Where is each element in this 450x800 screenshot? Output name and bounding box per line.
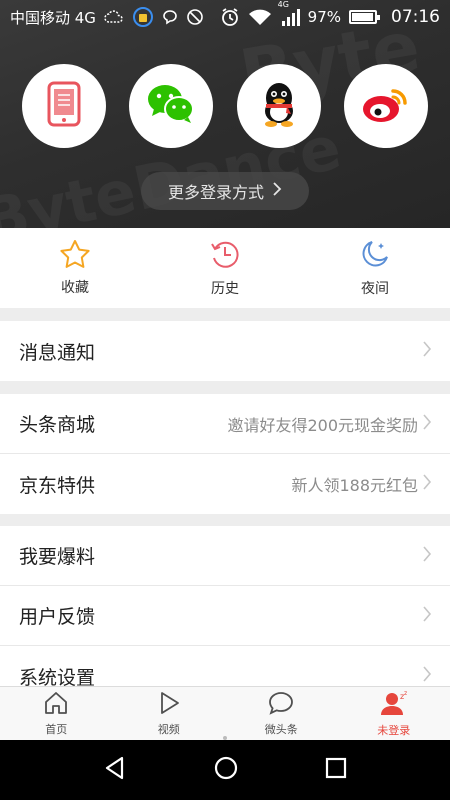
svg-text:z: z [404, 690, 407, 697]
wechat-login-button[interactable] [129, 64, 214, 148]
home-icon [43, 691, 69, 719]
tab-weitoutiao[interactable]: 微头条 [225, 687, 338, 740]
network-type-label: 4G [277, 0, 289, 9]
tab-not-logged-in[interactable]: zz 未登录 [338, 687, 450, 740]
chevron-right-icon [422, 665, 432, 687]
moon-icon [359, 238, 391, 274]
tab-video[interactable]: 视频 [113, 687, 226, 740]
night-mode-button[interactable]: 夜间 [300, 228, 450, 308]
qq-login-button[interactable] [236, 64, 321, 148]
chevron-right-icon [422, 413, 432, 435]
chevron-right-icon [422, 605, 432, 627]
login-header: ByteDance Byte 中国移动 4G 4G 97% 07:16 更多登录… [0, 0, 450, 228]
phone-icon [46, 81, 82, 131]
tipoff-row[interactable]: 我要爆料 [0, 526, 450, 586]
jd-title: 京东特供 [19, 474, 96, 497]
night-mode-label: 夜间 [361, 281, 389, 297]
weibo-icon [361, 83, 411, 129]
feedback-row[interactable]: 用户反馈 [0, 586, 450, 646]
notifications-row[interactable]: 消息通知 [0, 321, 450, 381]
clock: 07:16 [391, 7, 440, 27]
tipoff-title: 我要爆料 [19, 546, 96, 568]
alarm-icon [220, 7, 240, 27]
notifications-title: 消息通知 [19, 341, 96, 364]
chevron-right-icon [422, 340, 432, 362]
play-icon [157, 691, 181, 719]
chat-bubble-icon [268, 691, 294, 719]
chevron-right-icon [422, 545, 432, 567]
star-icon [59, 239, 91, 273]
login-options [0, 64, 450, 148]
battery-icon [349, 10, 380, 24]
menu-group-notifications: 消息通知 [0, 321, 450, 381]
history-button[interactable]: 历史 [150, 228, 300, 308]
chevron-right-icon [272, 181, 282, 201]
jd-subtitle: 新人领188元红包 [291, 476, 418, 495]
message-bubble-icon [162, 9, 178, 25]
wechat-icon [146, 83, 196, 129]
system-navigation-bar [0, 740, 450, 800]
mall-title: 头条商城 [19, 414, 96, 436]
favorites-label: 收藏 [61, 280, 89, 296]
tab-home-label: 首页 [45, 722, 68, 736]
carrier-label: 中国移动 4G [10, 8, 96, 27]
user-sleep-icon: zz [379, 690, 409, 720]
jd-row[interactable]: 京东特供 新人领188元红包 [0, 454, 450, 514]
back-icon[interactable] [102, 755, 128, 785]
tab-video-label: 视频 [157, 722, 180, 736]
cloud-sync-icon [104, 9, 124, 25]
more-login-button[interactable]: 更多登录方式 [141, 172, 309, 210]
signal-icon: 4G [278, 0, 300, 26]
status-bar: 中国移动 4G 4G 97% 07:16 [0, 0, 450, 34]
bag-notification-icon [132, 6, 154, 28]
chevron-right-icon [422, 473, 432, 495]
recents-icon[interactable] [324, 756, 348, 784]
more-login-label: 更多登录方式 [167, 183, 264, 202]
menu-group-misc: 我要爆料 用户反馈 系统设置 [0, 526, 450, 706]
feedback-title: 用户反馈 [19, 606, 96, 628]
mall-row[interactable]: 头条商城 邀请好友得200元现金奖励 [0, 394, 450, 454]
no-disturb-icon [186, 8, 204, 26]
weibo-login-button[interactable] [344, 64, 429, 148]
tab-home[interactable]: 首页 [0, 687, 113, 740]
tab-weitoutiao-label: 微头条 [264, 722, 298, 736]
mall-subtitle: 邀请好友得200元现金奖励 [227, 415, 418, 435]
quick-actions: 收藏 历史 夜间 [0, 228, 450, 308]
bottom-tab-bar: 首页 视频 微头条 zz 未登录 [0, 686, 450, 740]
wifi-icon [248, 8, 272, 26]
tab-not-logged-in-label: 未登录 [377, 723, 411, 737]
qq-icon [259, 80, 299, 132]
home-circle-icon[interactable] [213, 755, 239, 785]
history-clock-icon [209, 238, 241, 274]
menu-group-shopping: 头条商城 邀请好友得200元现金奖励 京东特供 新人领188元红包 [0, 394, 450, 514]
phone-login-button[interactable] [21, 64, 106, 148]
battery-percent: 97% [307, 8, 341, 26]
favorites-button[interactable]: 收藏 [0, 228, 150, 308]
history-label: 历史 [211, 281, 239, 297]
